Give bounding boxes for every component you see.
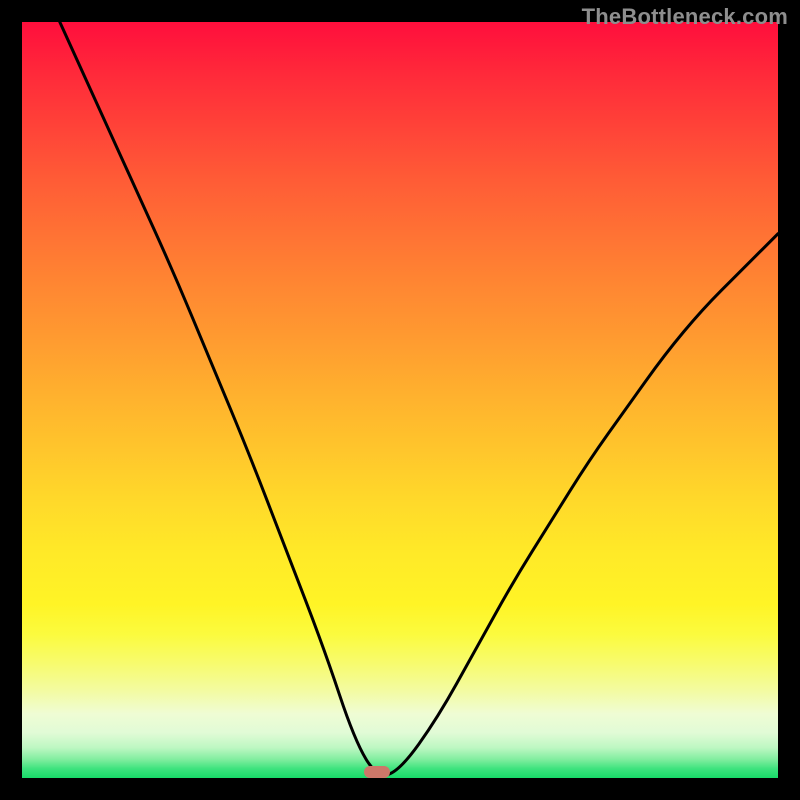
bottleneck-curve [22,22,778,778]
watermark-text: TheBottleneck.com [582,4,788,30]
chart-frame: TheBottleneck.com [0,0,800,800]
minimum-marker [364,766,390,778]
curve-path [60,22,778,775]
plot-area [22,22,778,778]
